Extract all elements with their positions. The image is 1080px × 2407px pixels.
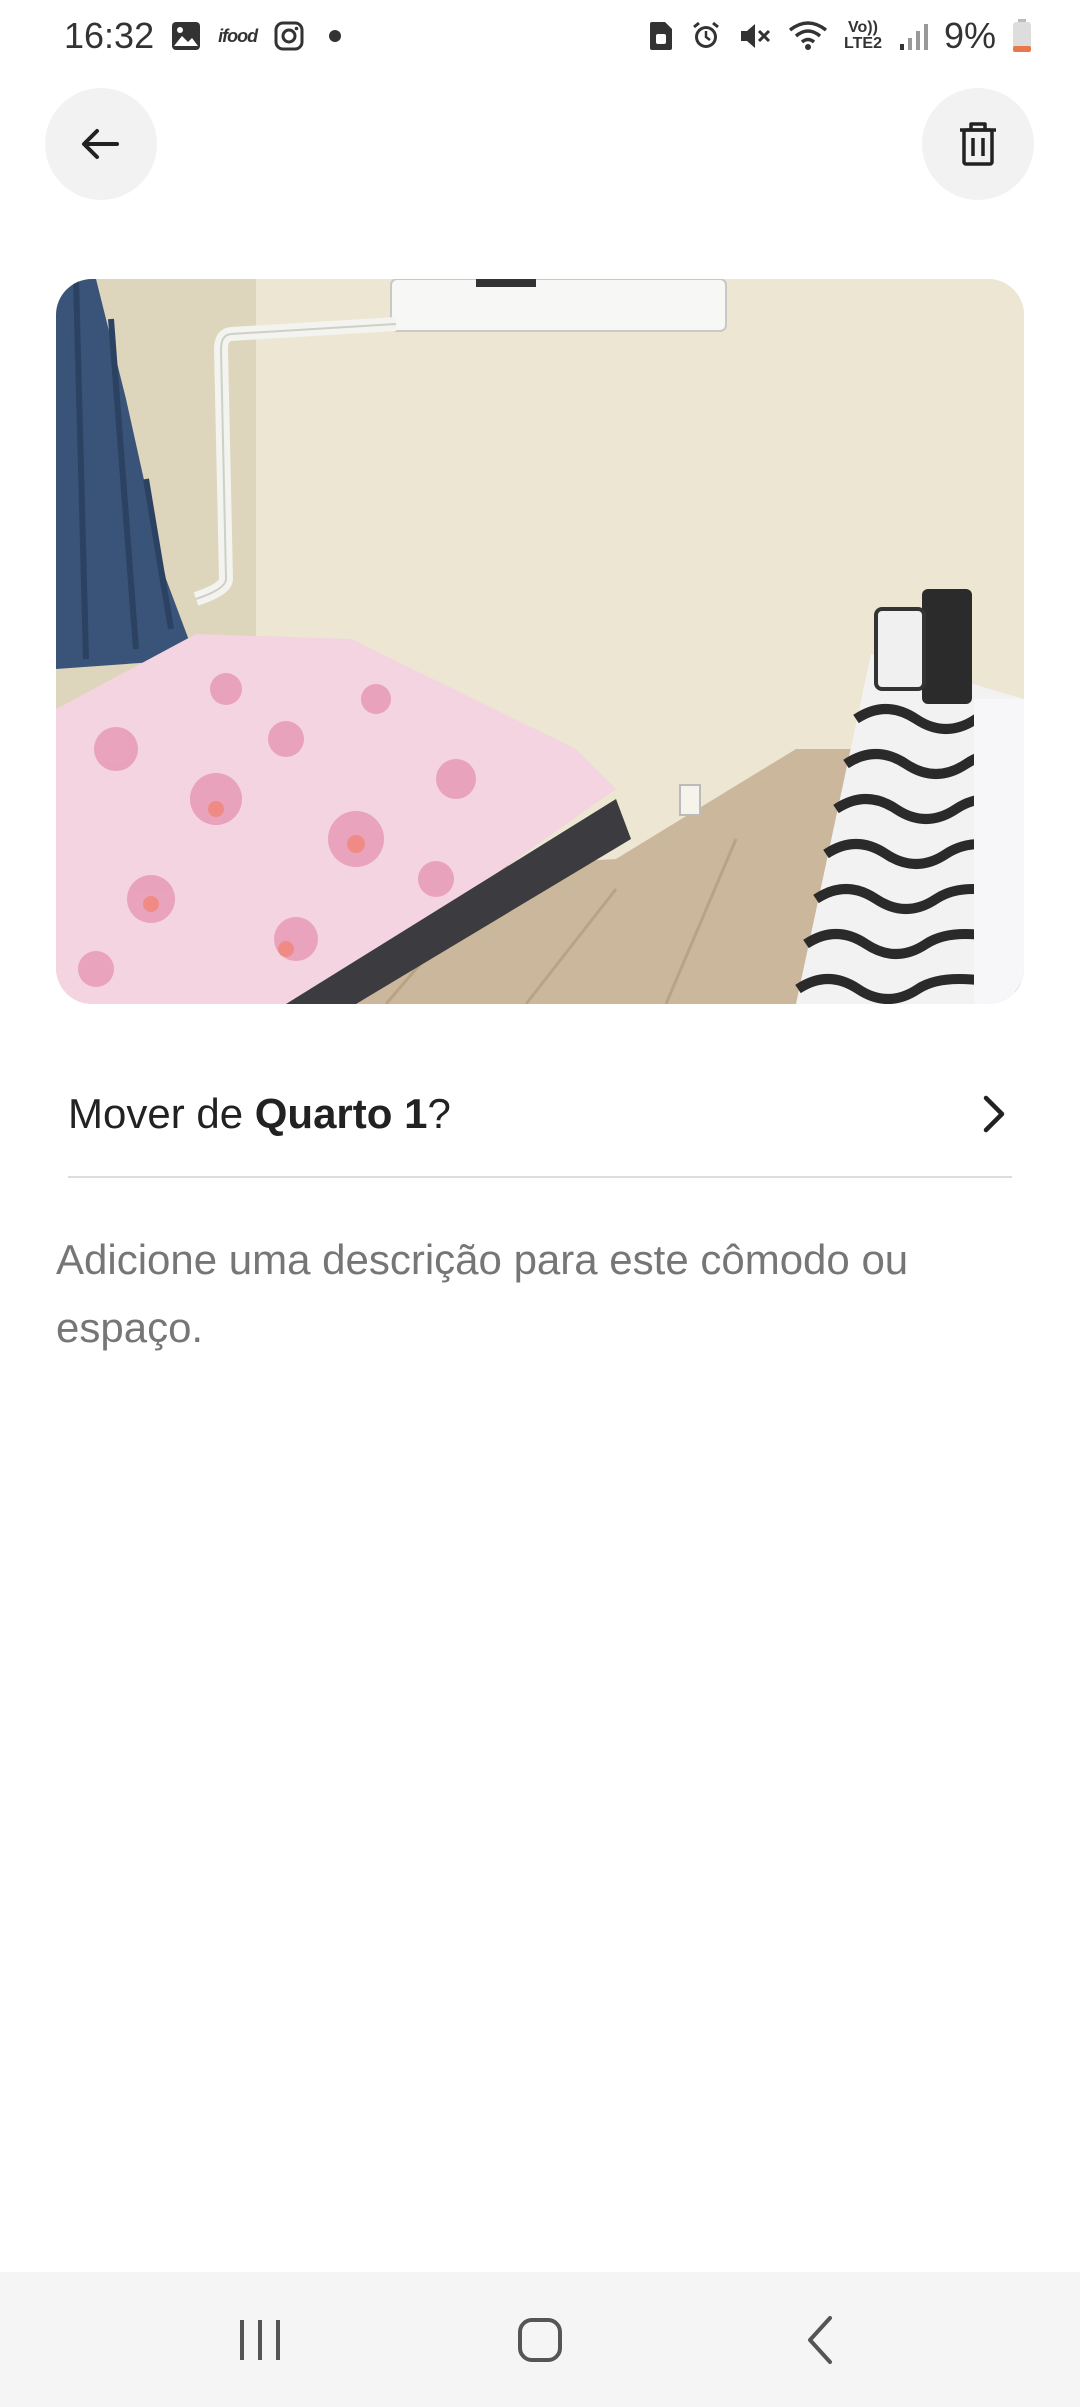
status-time: 16:32 (64, 15, 155, 56)
wifi-icon (788, 20, 828, 52)
trash-icon (960, 122, 996, 166)
gallery-icon (170, 20, 202, 52)
home-button[interactable] (480, 2290, 600, 2390)
signal-icon (898, 20, 928, 52)
arrow-left-icon (82, 129, 119, 159)
delete-button[interactable] (922, 88, 1034, 200)
recent-apps-button[interactable] (200, 2290, 320, 2390)
volte-icon: Vo)) LTE2 (844, 20, 882, 52)
battery-percentage: 9% (943, 15, 996, 56)
volte-label: Vo)) (848, 19, 878, 36)
description-field[interactable]: Adicione uma descrição para este cômodo … (56, 1226, 1024, 1362)
ifood-icon: ifood (218, 25, 258, 46)
lte-label: LTE2 (844, 35, 882, 52)
navigation-bar (0, 2272, 1080, 2407)
back-button[interactable] (45, 88, 157, 200)
bedroom-photo-illustration (56, 279, 1024, 1004)
instagram-icon (273, 20, 305, 52)
battery-icon (1012, 19, 1032, 53)
status-right: Vo)) LTE2 9% (648, 15, 1032, 57)
notification-dot (329, 30, 342, 42)
move-suffix: ? (427, 1090, 451, 1137)
back-icon (808, 2315, 832, 2364)
alarm-icon (690, 20, 722, 52)
divider (68, 1176, 1012, 1178)
recent-apps-icon (240, 2319, 280, 2360)
mute-icon (738, 20, 772, 52)
move-room-text: Mover de Quarto 1? (68, 1090, 451, 1138)
room-name: Quarto 1 (254, 1090, 428, 1137)
status-left: 16:32 ifood (64, 15, 342, 57)
system-back-button[interactable] (760, 2290, 880, 2390)
chevron-right-icon (983, 1095, 1005, 1133)
move-prefix: Mover de (68, 1090, 255, 1137)
move-room-row[interactable]: Mover de Quarto 1? (68, 1050, 1012, 1178)
home-icon (518, 2317, 562, 2362)
status-bar: 16:32 ifood Vo)) LTE2 9% (0, 0, 1080, 72)
room-photo[interactable] (56, 279, 1024, 1004)
sim-icon (648, 20, 674, 52)
